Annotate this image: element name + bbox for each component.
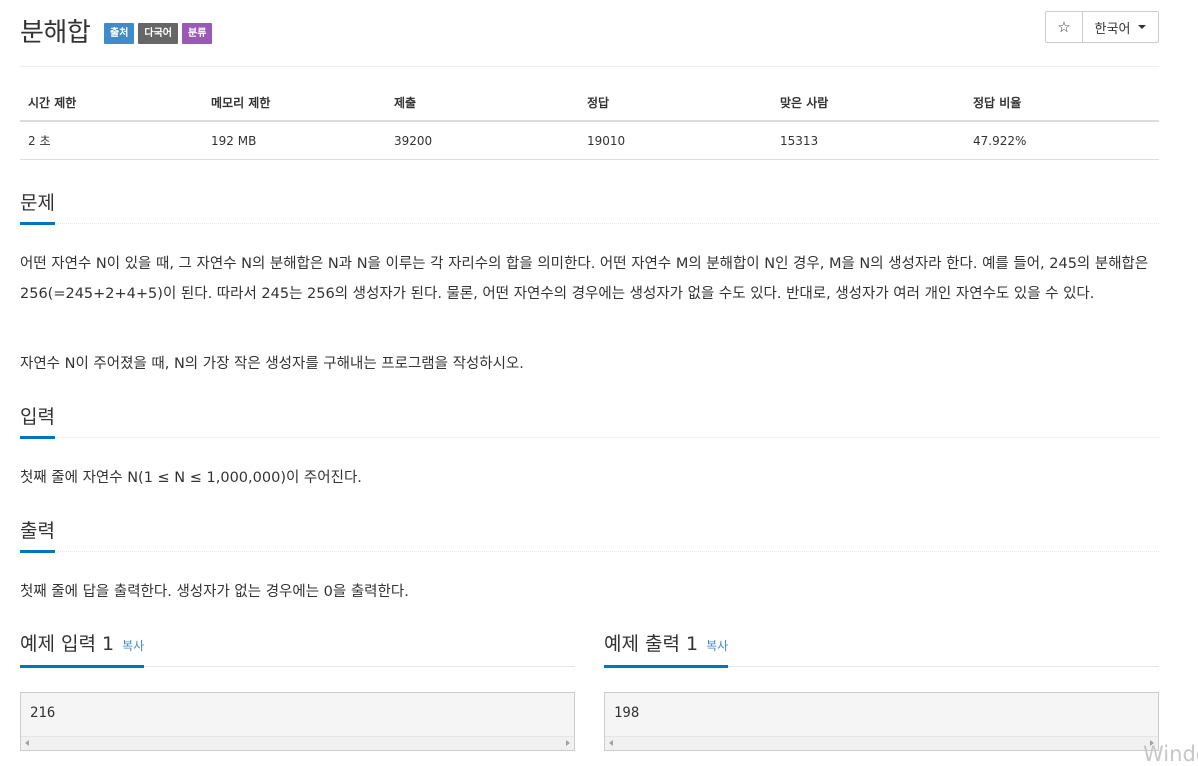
value-accepted: 19010 [579, 121, 772, 160]
copy-sample-input-button[interactable]: 복사 [122, 639, 144, 653]
input-title: 입력 [20, 406, 55, 439]
sample-output-header: 예제 출력 1 복사 [604, 626, 1159, 668]
value-memory-limit: 192 MB [203, 121, 386, 160]
page-title: 분해합 [20, 18, 91, 48]
header-solved-users: 맞은 사람 [772, 84, 965, 122]
info-header-row: 시간 제한 메모리 제한 제출 정답 맞은 사람 정답 비율 [20, 84, 1159, 122]
sample-input-title: 예제 입력 1 [20, 633, 115, 655]
scroll-left-icon[interactable] [609, 740, 613, 746]
output-title: 출력 [20, 520, 55, 553]
description-paragraph-1: 어떤 자연수 N이 있을 때, 그 자연수 N의 분해합은 N과 N을 이루는 … [20, 256, 1149, 302]
sample-input-scrollbar[interactable] [21, 736, 574, 750]
favorite-star-button[interactable]: ☆ [1045, 11, 1083, 43]
label-multilanguage[interactable]: 다국어 [138, 23, 179, 44]
label-source[interactable]: 출처 [104, 23, 135, 44]
output-section-header: 출력 [20, 511, 1159, 553]
windows-activation-watermark: Windo [1143, 742, 1198, 766]
problem-page: 분해합 출처 다국어 분류 ☆ 한국어 시간 제한 메모리 제한 제출 정답 맞… [20, 0, 1159, 751]
sample-input-box[interactable]: 216 [20, 692, 575, 751]
page-header: 분해합 출처 다국어 분류 ☆ 한국어 [20, 0, 1159, 67]
sample-output-title-wrap: 예제 출력 1 복사 [604, 633, 729, 668]
header-accept-ratio: 정답 비율 [965, 84, 1159, 122]
header-accepted: 정답 [579, 84, 772, 122]
chevron-down-icon [1138, 25, 1147, 29]
description-title: 문제 [20, 192, 55, 225]
problem-info-table: 시간 제한 메모리 제한 제출 정답 맞은 사람 정답 비율 2 초 192 M… [20, 84, 1159, 160]
header-submissions: 제출 [386, 84, 579, 122]
value-accept-ratio: 47.922% [965, 121, 1159, 160]
label-category[interactable]: 분류 [182, 23, 213, 44]
output-description: 첫째 줄에 답을 출력한다. 생성자가 없는 경우에는 0을 출력한다. [20, 584, 409, 600]
copy-sample-output-button[interactable]: 복사 [706, 639, 728, 653]
sample-input-header: 예제 입력 1 복사 [20, 626, 575, 668]
description-section-header: 문제 [20, 183, 1159, 225]
sample-input-title-wrap: 예제 입력 1 복사 [20, 633, 145, 668]
sample-input-value: 216 [30, 705, 56, 721]
language-dropdown[interactable]: 한국어 [1082, 11, 1159, 43]
sample-output-box[interactable]: 198 [604, 692, 1159, 751]
value-solved-users: 15313 [772, 121, 965, 160]
sample-output-title: 예제 출력 1 [604, 633, 699, 655]
scroll-left-icon[interactable] [25, 740, 29, 746]
star-icon: ☆ [1057, 18, 1071, 36]
problem-labels: 출처 다국어 분류 [104, 23, 213, 44]
scroll-right-icon[interactable] [566, 740, 570, 746]
description-paragraph-2: 자연수 N이 주어졌을 때, N의 가장 작은 생성자를 구해내는 프로그램을 … [20, 356, 524, 372]
sample-output-value: 198 [614, 705, 640, 721]
header-button-group: ☆ 한국어 [1045, 11, 1159, 43]
sample-output-scrollbar[interactable] [605, 736, 1158, 750]
language-label: 한국어 [1094, 21, 1131, 37]
header-memory-limit: 메모리 제한 [203, 84, 386, 122]
header-time-limit: 시간 제한 [20, 84, 203, 122]
value-submissions: 39200 [386, 121, 579, 160]
input-description: 첫째 줄에 자연수 N(1 ≤ N ≤ 1,000,000)이 주어진다. [20, 470, 362, 486]
info-value-row: 2 초 192 MB 39200 19010 15313 47.922% [20, 121, 1159, 160]
value-time-limit: 2 초 [20, 121, 203, 160]
input-section-header: 입력 [20, 397, 1159, 439]
